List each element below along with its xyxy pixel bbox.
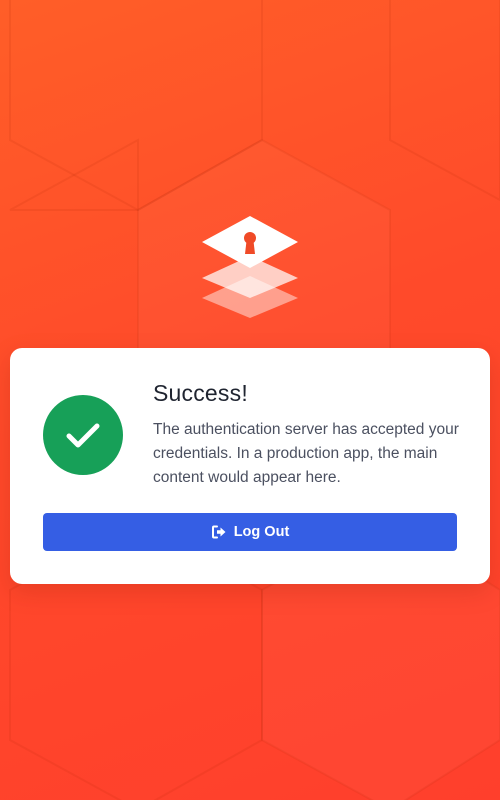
sign-out-icon [211, 524, 227, 540]
app-logo [200, 214, 300, 318]
success-card: Success! The authentication server has a… [10, 348, 490, 584]
stacked-layers-keyhole-icon [202, 216, 298, 318]
success-message: The authentication server has accepted y… [153, 421, 459, 486]
log-out-button-label: Log Out [233, 524, 290, 540]
success-status-badge [43, 395, 123, 475]
log-out-button[interactable]: Log Out [43, 513, 457, 551]
check-icon [66, 423, 100, 448]
success-title: Success! [153, 380, 248, 406]
